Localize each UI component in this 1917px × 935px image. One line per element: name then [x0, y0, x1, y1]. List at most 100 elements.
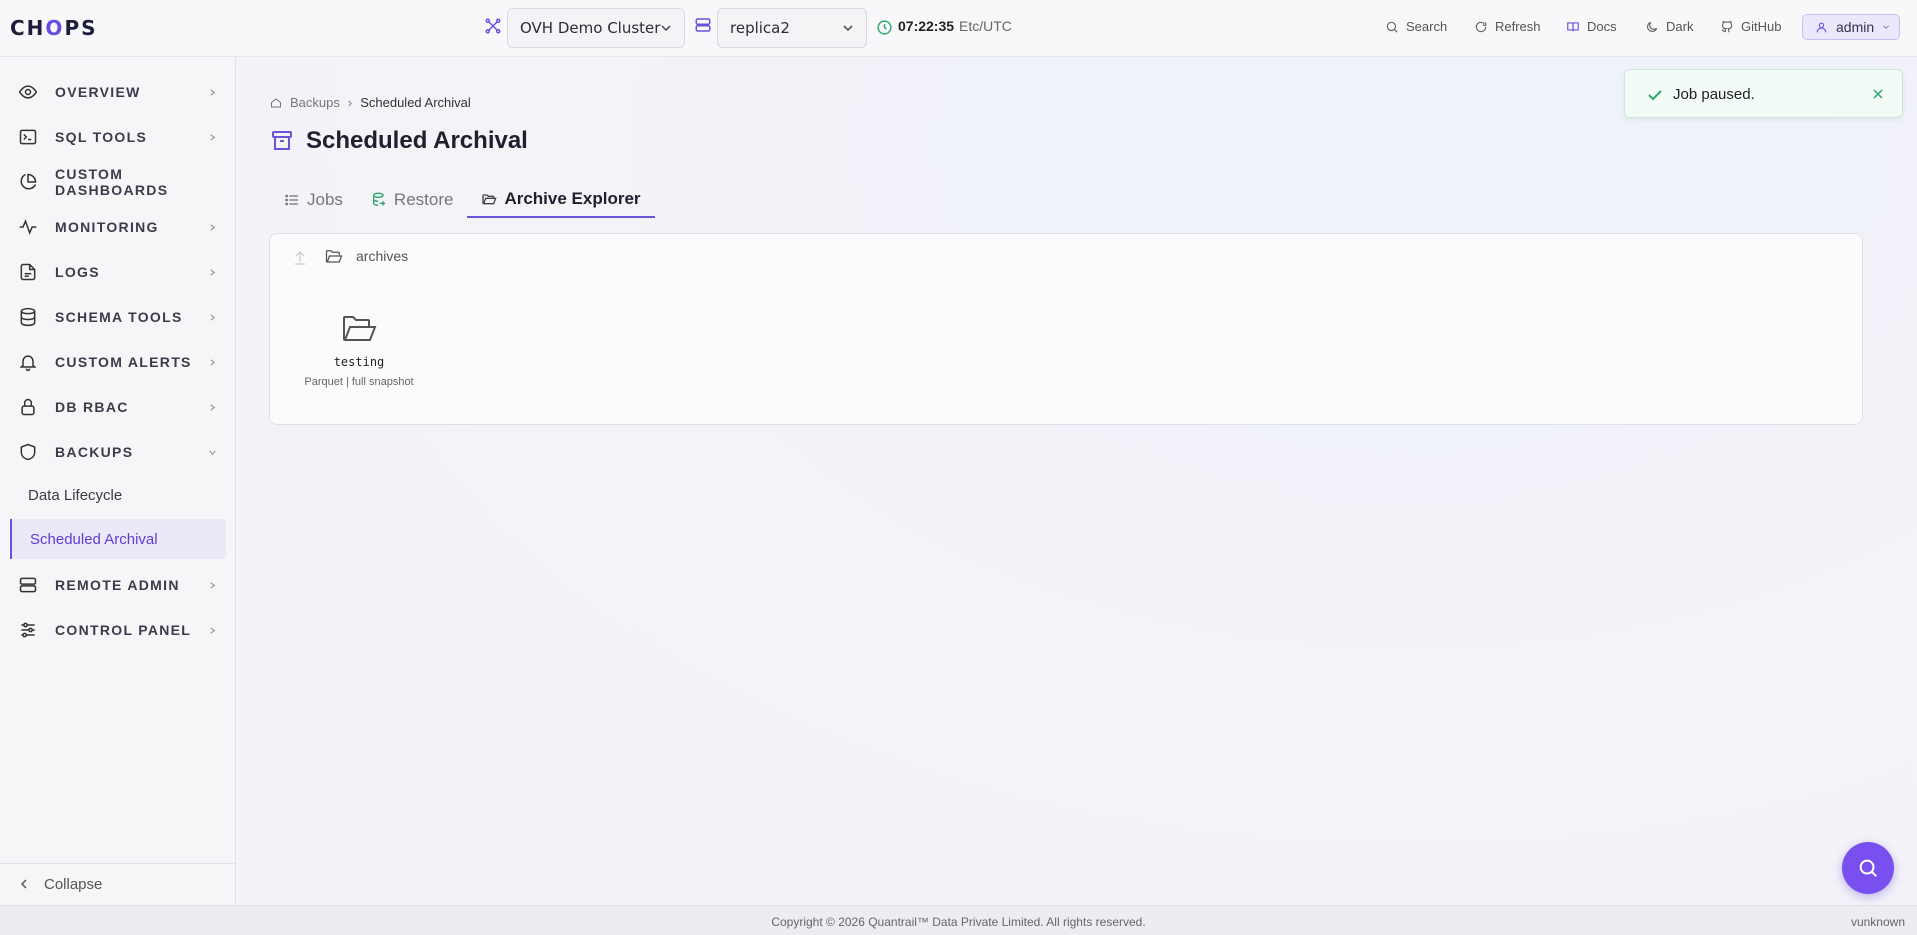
collapse-sidebar-button[interactable]: Collapse	[0, 863, 236, 905]
chevron-right-icon	[210, 313, 216, 321]
copyright-text: Copyright © 2026 Quantrail™ Data Private…	[771, 915, 1146, 929]
breadcrumb-current: Scheduled Archival	[360, 95, 471, 110]
sidebar-item-label: REMOTE ADMIN	[55, 577, 180, 593]
version-text: vunknown	[1850, 915, 1905, 929]
search-label: Search	[1406, 19, 1448, 34]
pie-chart-icon	[20, 173, 37, 190]
tab-archive-explorer[interactable]: Archive Explorer	[467, 181, 655, 218]
sidebar-item-control-panel[interactable]: CONTROL PANEL	[0, 610, 236, 650]
chevron-down-icon	[843, 25, 853, 32]
eye-icon	[18, 85, 38, 99]
app-logo[interactable]: CHOPS	[10, 16, 98, 40]
sidebar-item-label: MONITORING	[55, 219, 159, 235]
server-time: 07:22:35	[898, 18, 955, 34]
sliders-icon	[21, 622, 35, 638]
sidebar-item-label: CUSTOM DASHBOARDS	[55, 166, 169, 198]
docs-button[interactable]: Docs	[1566, 19, 1617, 34]
search-button[interactable]: Search	[1385, 19, 1447, 34]
folder-open-icon	[343, 316, 377, 341]
chevron-down-icon	[661, 25, 671, 32]
breadcrumb-separator: ›	[347, 95, 353, 110]
upload-icon[interactable]	[293, 249, 307, 265]
chevron-right-icon	[210, 268, 216, 276]
terminal-icon	[19, 129, 37, 145]
sidebar-item-custom-alerts[interactable]: CUSTOM ALERTS	[0, 342, 236, 382]
refresh-label: Refresh	[1495, 19, 1541, 34]
database-icon	[20, 307, 36, 327]
tab-label: Archive Explorer	[504, 188, 641, 208]
sidebar-item-remote-admin[interactable]: REMOTE ADMIN	[0, 565, 236, 605]
refresh-button[interactable]: Refresh	[1474, 19, 1541, 34]
github-label: GitHub	[1741, 19, 1782, 34]
github-icon	[1721, 20, 1733, 32]
sidebar-subitem-scheduled-archival[interactable]: Scheduled Archival	[10, 519, 226, 559]
server-timezone: Etc/UTC	[959, 18, 1012, 34]
floating-search-button[interactable]	[1842, 842, 1894, 894]
sidebar-item-db-rbac[interactable]: DB RBAC	[0, 387, 236, 427]
tab-label: Restore	[393, 189, 454, 209]
chevron-right-icon	[210, 626, 216, 634]
current-path: archives	[356, 248, 409, 264]
chevron-right-icon	[210, 581, 216, 589]
close-icon[interactable]	[1872, 88, 1884, 100]
user-menu-button[interactable]: admin	[1802, 14, 1900, 40]
archive-icon	[272, 131, 292, 150]
chevron-right-icon	[210, 358, 216, 366]
sidebar-item-sql-tools[interactable]: SQL TOOLS	[0, 117, 236, 157]
folder-item[interactable]: testing Parquet | full snapshot	[298, 312, 420, 388]
chevron-right-icon	[210, 403, 216, 411]
sidebar-item-label: CONTROL PANEL	[55, 622, 192, 638]
check-icon	[1648, 90, 1662, 101]
refresh-icon	[1475, 21, 1487, 32]
replica-icon	[695, 18, 711, 32]
toast-message: Job paused.	[1673, 86, 1755, 103]
tab-jobs[interactable]: Jobs	[270, 181, 357, 218]
sidebar-item-backups[interactable]: BACKUPS	[0, 432, 236, 472]
search-icon	[1859, 859, 1877, 877]
replica-select[interactable]: replica2	[717, 8, 867, 48]
chevron-left-icon	[20, 879, 27, 889]
sidebar-item-label: BACKUPS	[55, 444, 134, 460]
sidebar-subitem-data-lifecycle[interactable]: Data Lifecycle	[10, 475, 226, 515]
breadcrumb-backups[interactable]: Backups	[290, 95, 340, 110]
breadcrumb: Backups › Scheduled Archival	[270, 95, 471, 110]
server-icon	[19, 577, 37, 593]
user-icon	[1816, 22, 1827, 32]
list-icon	[285, 194, 298, 205]
sidebar-item-label: CUSTOM ALERTS	[55, 354, 192, 370]
sidebar-item-monitoring[interactable]: MONITORING	[0, 207, 236, 247]
chevron-right-icon	[210, 223, 216, 231]
sidebar-item-logs[interactable]: LOGS	[0, 252, 236, 292]
shield-icon	[20, 443, 36, 461]
theme-toggle[interactable]: Dark	[1645, 19, 1693, 34]
file-text-icon	[20, 263, 36, 281]
sidebar-item-custom-dashboards[interactable]: CUSTOM DASHBOARDS	[0, 162, 236, 202]
github-button[interactable]: GitHub	[1720, 19, 1781, 34]
sidebar-item-schema-tools[interactable]: SCHEMA TOOLS	[0, 297, 236, 337]
cluster-select-value: OVH Demo Cluster	[520, 19, 661, 37]
chevron-down-icon	[1883, 25, 1890, 30]
sidebar: OVERVIEW SQL TOOLS CUSTOM DASHBOARDS MON…	[0, 57, 236, 905]
sidebar-item-label: OVERVIEW	[55, 84, 141, 100]
chevron-down-icon	[209, 449, 216, 455]
sidebar-item-label: LOGS	[55, 264, 100, 280]
clock-icon	[877, 20, 892, 35]
home-icon	[271, 97, 281, 107]
folder-name: testing	[333, 355, 385, 369]
archive-explorer-panel: archives testing Parquet | full snapshot	[269, 233, 1863, 425]
folder-open-icon	[482, 193, 498, 204]
footer: Copyright © 2026 Quantrail™ Data Private…	[0, 905, 1917, 935]
theme-label: Dark	[1666, 19, 1694, 34]
docs-label: Docs	[1587, 19, 1617, 34]
cluster-icon	[485, 18, 501, 34]
tab-label: Jobs	[307, 189, 343, 209]
sidebar-item-overview[interactable]: OVERVIEW	[0, 72, 236, 112]
toast-notification: Job paused.	[1624, 69, 1903, 118]
folder-meta: Parquet | full snapshot	[304, 376, 414, 388]
search-icon	[1386, 21, 1398, 33]
moon-icon	[1647, 21, 1658, 32]
tab-restore[interactable]: Restore	[357, 181, 468, 218]
cluster-select[interactable]: OVH Demo Cluster	[507, 8, 685, 48]
sidebar-item-label: DB RBAC	[55, 399, 129, 415]
sidebar-item-label: SQL TOOLS	[55, 129, 148, 145]
